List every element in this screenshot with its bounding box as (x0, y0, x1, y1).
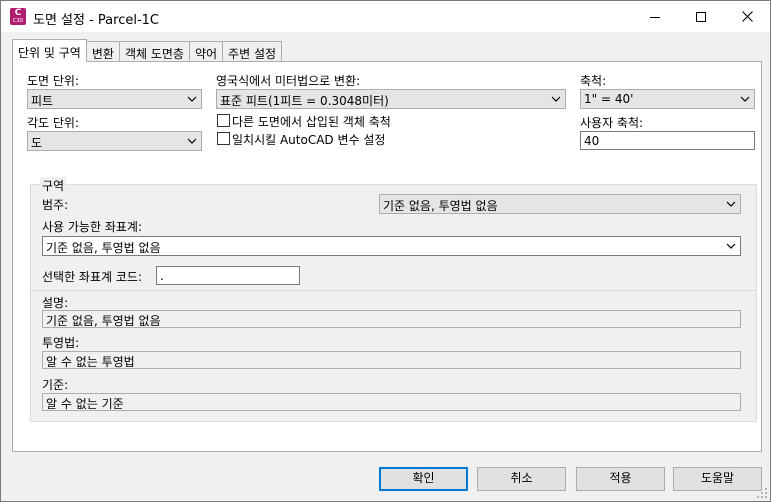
close-icon (741, 11, 753, 22)
available-cs-dropdown[interactable]: 기준 없음, 투영법 없음 (42, 236, 741, 256)
scale-value: 1" = 40' (584, 92, 634, 106)
tab-abbreviations[interactable]: 약어 (188, 41, 224, 61)
ok-button[interactable]: 확인 (379, 467, 468, 491)
available-cs-value: 기준 없음, 투영법 없음 (46, 241, 161, 255)
description-label: 설명: (42, 296, 69, 310)
imperial-to-metric-dropdown[interactable]: 표준 피트(1피트 = 0.3048미터) (216, 89, 566, 109)
angular-units-dropdown[interactable]: 도 (27, 131, 202, 151)
maximize-icon (696, 11, 706, 22)
dialog-client: 단위 및 구역 변환 객체 도면층 약어 주변 설정 도면 단위: 피트 각도 … (9, 39, 763, 453)
dialog-window: C C3D 도면 설정 - Parcel-1C 단위 및 구역 변환 객체 도면… (0, 0, 771, 502)
datum-field: 알 수 없는 기준 (42, 393, 741, 411)
chevron-down-icon (726, 243, 736, 249)
tab-panel-units-zone: 도면 단위: 피트 각도 단위: 도 영국식에서 미터법으로 변환: 표준 피트… (12, 61, 762, 452)
selected-cs-code-input[interactable]: . (156, 266, 300, 285)
projection-field: 알 수 없는 투영법 (42, 351, 741, 369)
tab-ambient-settings[interactable]: 주변 설정 (222, 41, 283, 61)
drawing-units-dropdown[interactable]: 피트 (27, 89, 202, 109)
tab-object-layers[interactable]: 객체 도면층 (118, 41, 190, 61)
available-cs-label: 사용 가능한 좌표계: (42, 220, 142, 234)
custom-scale-input[interactable]: 40 (580, 131, 755, 150)
chevron-down-icon (740, 96, 750, 102)
drawing-units-value: 피트 (31, 94, 54, 108)
apply-button[interactable]: 적용 (576, 467, 665, 491)
datum-label: 기준: (42, 378, 69, 392)
maximize-button[interactable] (678, 1, 724, 32)
tab-transformation[interactable]: 변환 (85, 41, 120, 61)
angular-units-value: 도 (31, 136, 43, 150)
cancel-button[interactable]: 취소 (477, 467, 566, 491)
zone-separator (30, 290, 757, 291)
close-button[interactable] (724, 1, 770, 32)
tab-units-zone[interactable]: 단위 및 구역 (12, 39, 87, 62)
chevron-down-icon (187, 96, 197, 102)
scale-dropdown[interactable]: 1" = 40' (580, 89, 755, 109)
category-label: 범주: (42, 198, 69, 212)
minimize-button[interactable] (632, 1, 678, 32)
title-bar: C C3D 도면 설정 - Parcel-1C (1, 1, 770, 32)
window-title: 도면 설정 - Parcel-1C (33, 13, 160, 28)
chevron-down-icon (726, 201, 736, 207)
help-button[interactable]: 도움말 (673, 467, 762, 491)
projection-label: 투영법: (42, 336, 80, 350)
imperial-to-metric-value: 표준 피트(1피트 = 0.3048미터) (220, 94, 389, 108)
chevron-down-icon (187, 138, 197, 144)
minimize-icon (650, 16, 660, 18)
drawing-units-label: 도면 단위: (27, 74, 80, 88)
set-autocad-variables-label: 일치시킬 AutoCAD 변수 설정 (232, 133, 386, 147)
category-value: 기준 없음, 투영법 없음 (383, 199, 498, 213)
tab-strip: 단위 및 구역 변환 객체 도면층 약어 주변 설정 (12, 39, 283, 62)
set-autocad-variables-checkbox[interactable] (217, 132, 230, 145)
scale-label: 축척: (580, 74, 607, 88)
imperial-to-metric-label: 영국식에서 미터법으로 변환: (216, 74, 361, 88)
chevron-down-icon (551, 96, 561, 102)
scale-inserted-objects-label: 다른 도면에서 삽입된 객체 축척 (232, 115, 391, 129)
resize-grip-icon[interactable] (756, 487, 768, 499)
custom-scale-label: 사용자 축척: (580, 116, 644, 130)
civil3d-app-icon: C C3D (10, 8, 26, 25)
selected-cs-code-label: 선택한 좌표계 코드: (42, 270, 142, 284)
angular-units-label: 각도 단위: (27, 116, 80, 130)
scale-inserted-objects-checkbox[interactable] (217, 114, 230, 127)
description-field: 기준 없음, 투영법 없음 (42, 310, 741, 328)
zone-group-title: 구역 (40, 177, 67, 194)
category-dropdown[interactable]: 기준 없음, 투영법 없음 (379, 194, 741, 214)
